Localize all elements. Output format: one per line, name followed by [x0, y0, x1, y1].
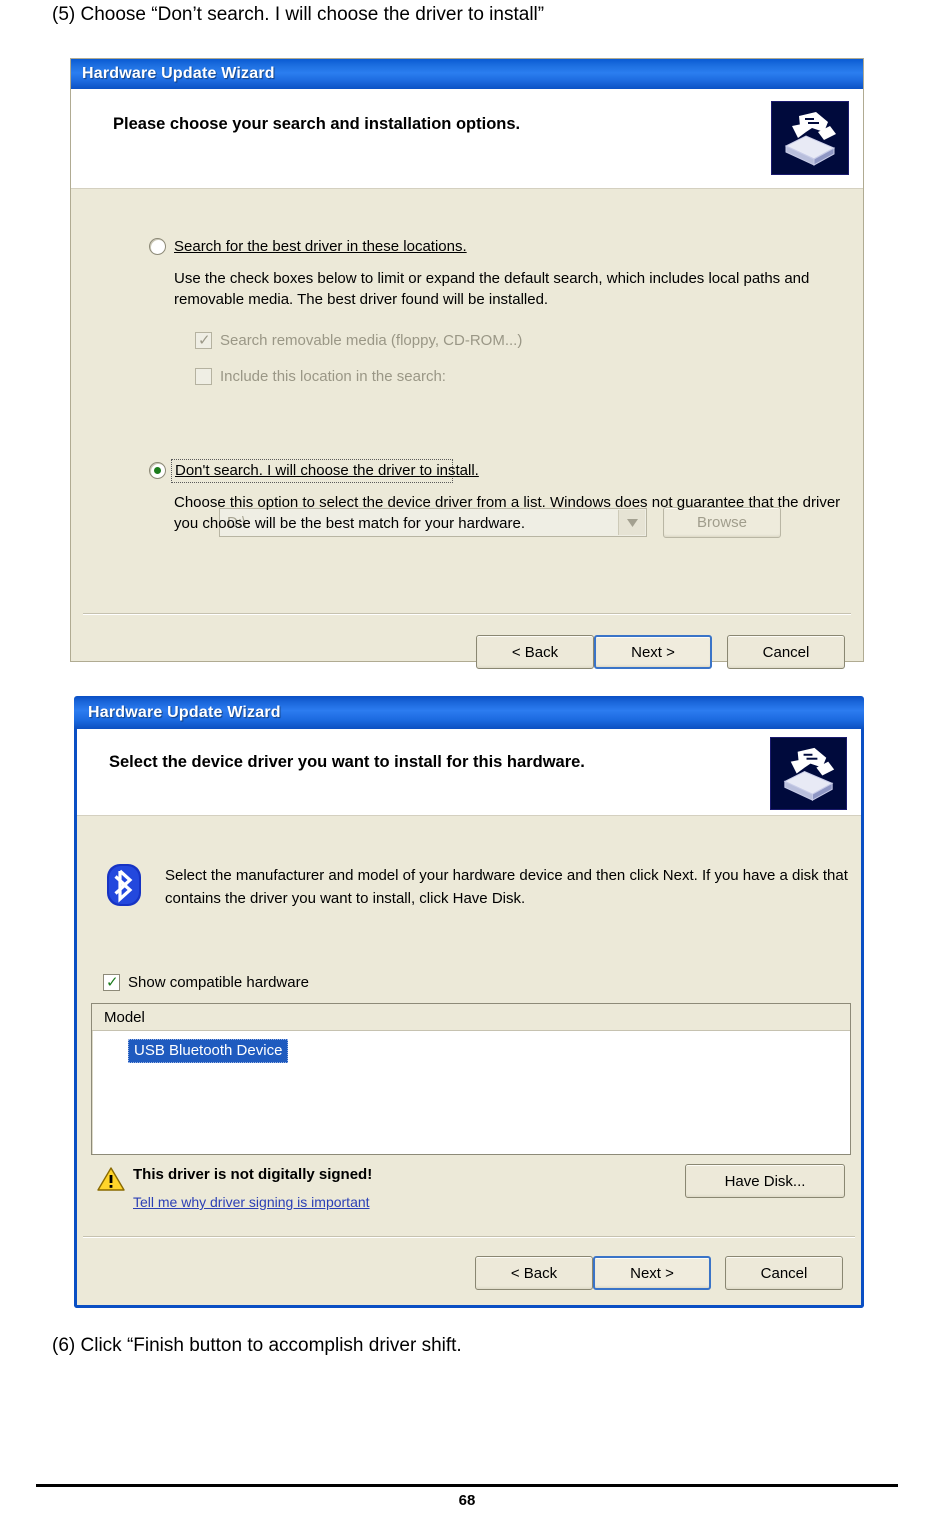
- step-5-caption: (5) Choose “Don’t search. I will choose …: [52, 4, 545, 25]
- hardware-update-wizard-dialog-2: Hardware Update Wizard Select the device…: [74, 696, 864, 1308]
- dialog2-title: Hardware Update Wizard: [88, 703, 281, 721]
- warning-triangle-icon: [97, 1166, 125, 1197]
- dialog1-button-separator: [83, 613, 851, 615]
- dialog1-titlebar: Hardware Update Wizard: [71, 59, 863, 89]
- dialog2-cancel-button[interactable]: Cancel: [725, 1256, 843, 1290]
- radio-search-best-driver-label: Search for the best driver in these loca…: [174, 238, 467, 255]
- have-disk-button[interactable]: Have Disk...: [685, 1164, 845, 1198]
- list-item-usb-bluetooth-device[interactable]: USB Bluetooth Device: [128, 1039, 289, 1063]
- dont-search-description: Choose this option to select the device …: [174, 494, 841, 532]
- dialog1-title: Hardware Update Wizard: [82, 65, 275, 82]
- radio-dont-search-label: Don't search. I will choose the driver t…: [175, 462, 479, 479]
- dialog1-body: Search for the best driver in these loca…: [71, 189, 863, 669]
- dialog2-button-separator: [83, 1236, 855, 1238]
- radio-dont-search[interactable]: [149, 462, 166, 479]
- dialog1-cancel-button[interactable]: Cancel: [727, 635, 845, 669]
- hardware-update-wizard-dialog-1: Hardware Update Wizard Please choose you…: [70, 58, 864, 669]
- checkbox-include-location[interactable]: [195, 368, 212, 385]
- dialog2-back-button[interactable]: < Back: [475, 1256, 593, 1290]
- check-tick-icon: ✓: [198, 331, 211, 349]
- step-6-caption: (6) Click “Finish button to accomplish d…: [52, 1335, 462, 1356]
- search-best-driver-description: Use the check boxes below to limit or ex…: [174, 270, 810, 308]
- radio-dot-icon: [154, 467, 161, 474]
- dialog1-back-button[interactable]: < Back: [476, 635, 594, 669]
- radio-search-best-driver[interactable]: [149, 238, 166, 255]
- dialog1-header-band: Please choose your search and installati…: [71, 89, 863, 189]
- checkbox-include-location-label: Include this location in the search:: [220, 368, 446, 385]
- checkbox-show-compatible-hardware-label: Show compatible hardware: [128, 974, 309, 991]
- checkbox-search-removable-media-label: Search removable media (floppy, CD-ROM..…: [220, 332, 523, 349]
- driver-install-icon: [770, 737, 847, 810]
- check-tick-icon: ✓: [106, 973, 119, 991]
- dialog1-header-title: Please choose your search and installati…: [113, 115, 521, 133]
- footer-divider: [36, 1484, 898, 1487]
- model-listbox[interactable]: Model USB Bluetooth Device: [91, 1003, 851, 1155]
- dialog2-body: Select the manufacturer and model of you…: [77, 816, 861, 1306]
- driver-not-signed-warning: This driver is not digitally signed!: [133, 1166, 373, 1183]
- checkbox-show-compatible-hardware[interactable]: ✓: [103, 974, 120, 991]
- page-number: 68: [458, 1492, 476, 1509]
- dialog2-header-band: Select the device driver you want to ins…: [77, 729, 861, 816]
- driver-signing-link[interactable]: Tell me why driver signing is important: [133, 1194, 370, 1210]
- dialog2-titlebar: Hardware Update Wizard: [74, 696, 864, 729]
- dialog2-instruction: Select the manufacturer and model of you…: [165, 867, 848, 907]
- bluetooth-icon: [103, 862, 145, 913]
- dialog2-header-title: Select the device driver you want to ins…: [109, 753, 585, 771]
- dialog1-next-button[interactable]: Next >: [594, 635, 712, 669]
- model-column-header: Model: [92, 1004, 850, 1031]
- checkbox-search-removable-media[interactable]: ✓: [195, 332, 212, 349]
- driver-install-icon: [771, 101, 849, 175]
- dialog2-next-button[interactable]: Next >: [593, 1256, 711, 1290]
